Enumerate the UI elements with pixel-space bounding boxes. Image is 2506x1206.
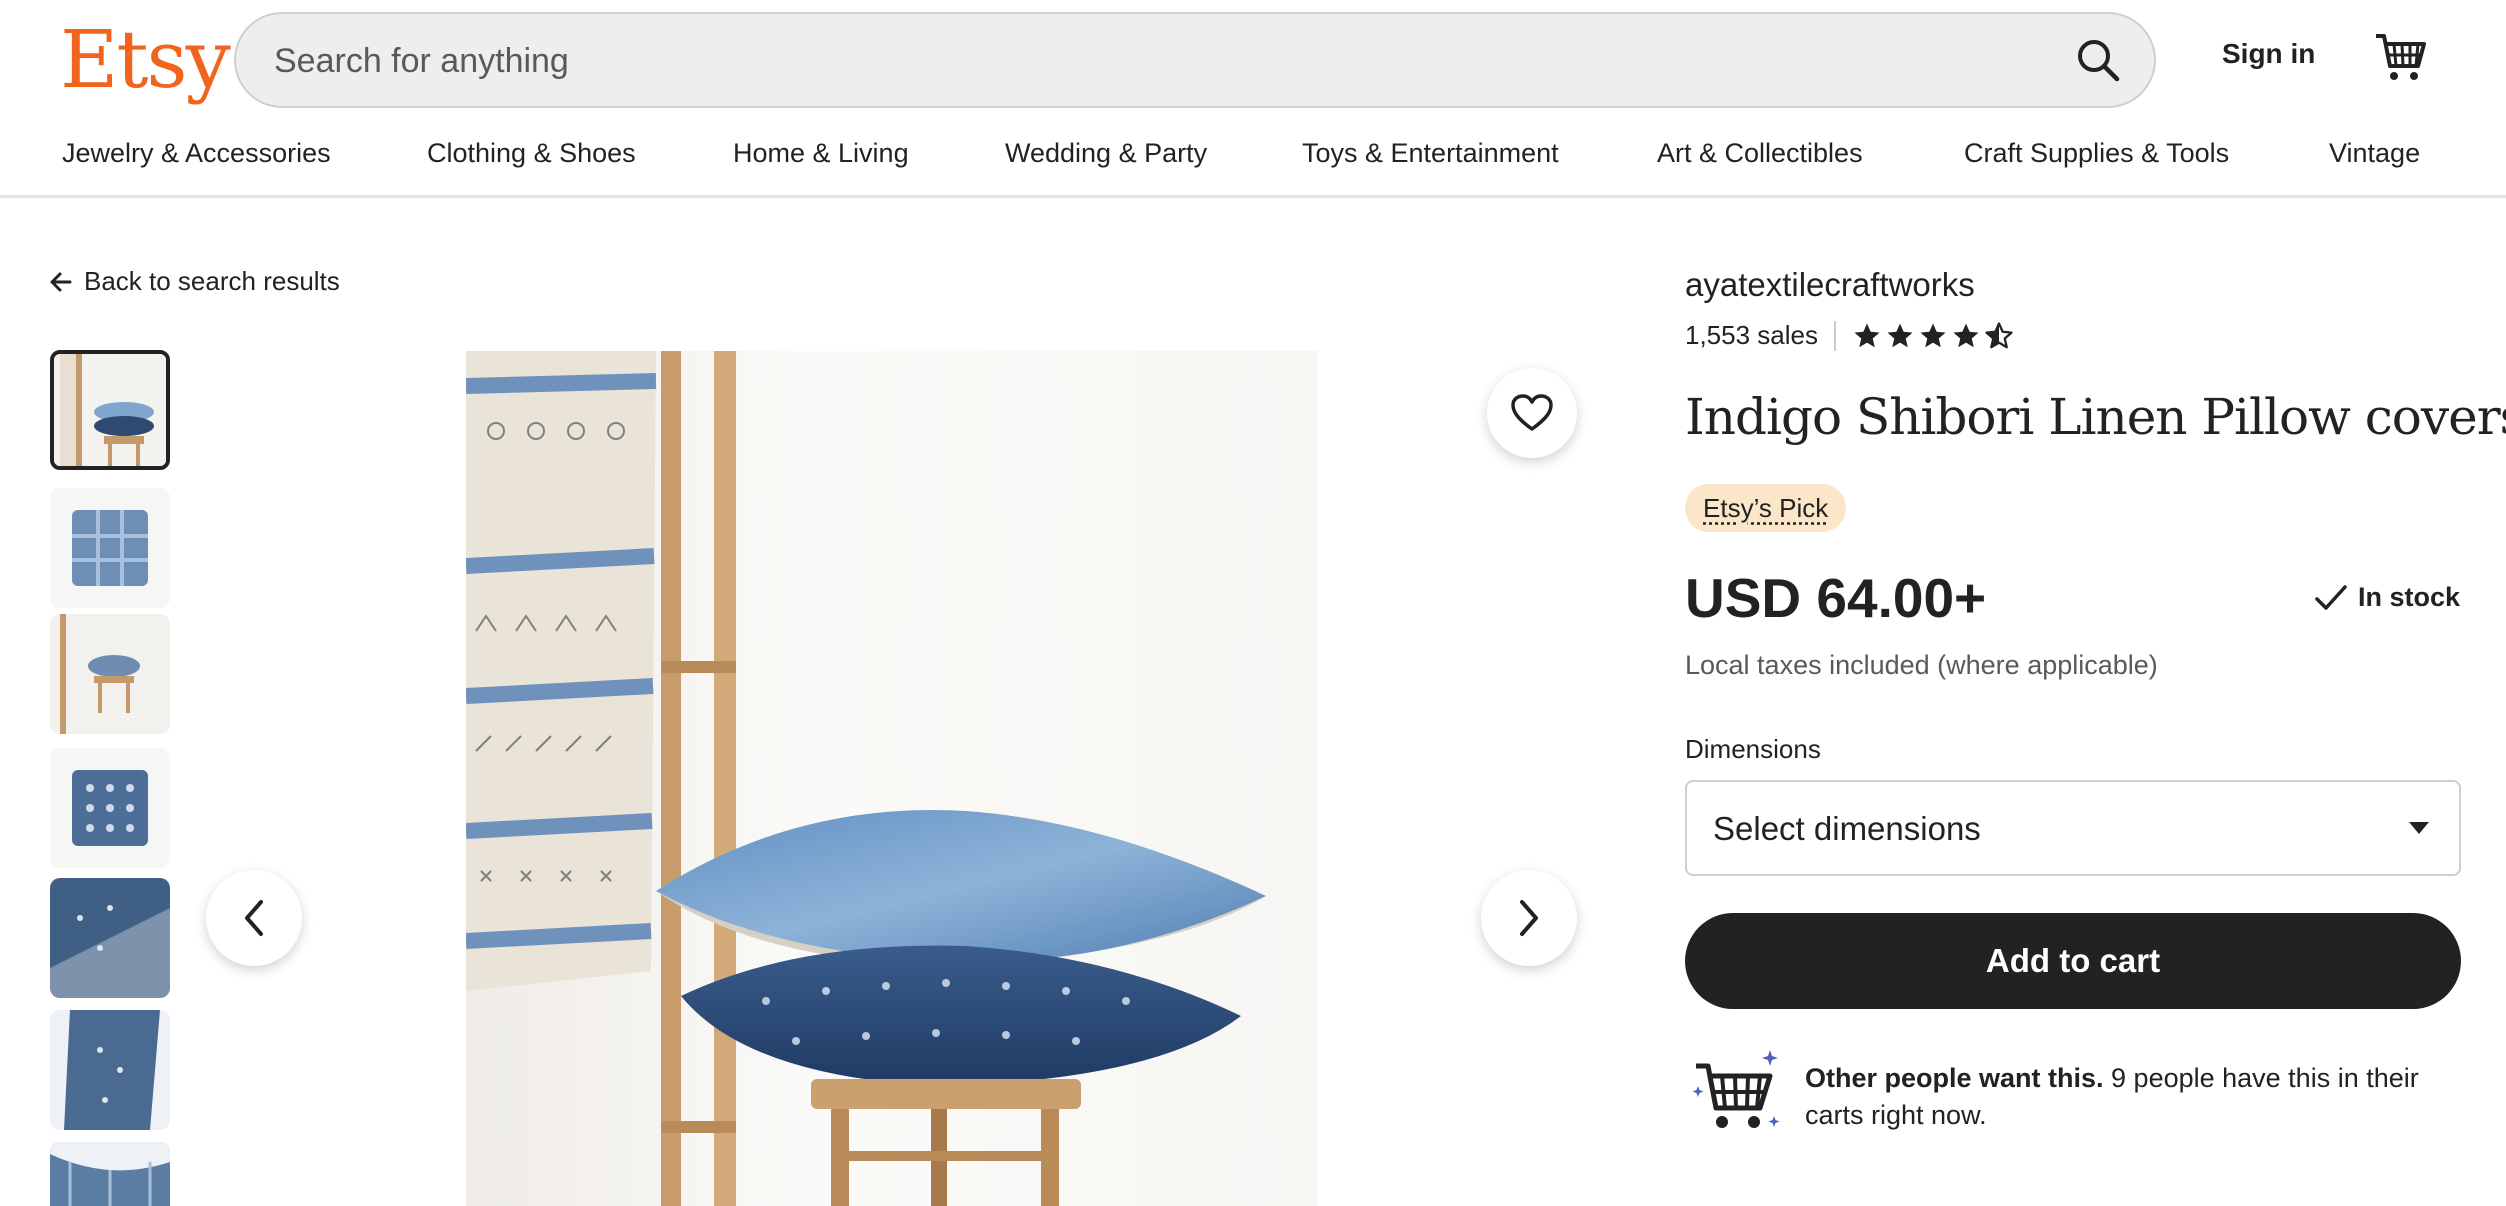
chevron-left-icon xyxy=(245,900,263,936)
thumbnail-image xyxy=(50,878,170,998)
dimensions-label: Dimensions xyxy=(1685,734,1821,764)
cart-button[interactable] xyxy=(2372,28,2428,84)
thumbnail-image xyxy=(54,354,166,466)
product-title: Indigo Shibori Linen Pillow covers xyxy=(1685,388,2506,446)
category-nav: Jewelry & Accessories Clothing & Shoes H… xyxy=(0,138,2506,178)
star-icon xyxy=(1920,323,1946,347)
search-input[interactable] xyxy=(272,14,2036,108)
chevron-right-icon xyxy=(1520,900,1538,936)
thumbnail-2[interactable] xyxy=(50,488,170,608)
main-product-image[interactable] xyxy=(466,351,1318,1206)
etsy-logo[interactable]: Etsy xyxy=(60,10,231,110)
badge-label: Etsy’s Pick xyxy=(1703,492,1829,523)
star-rating[interactable] xyxy=(1852,321,2014,351)
next-image-button[interactable] xyxy=(1481,870,1577,966)
previous-image-button[interactable] xyxy=(206,870,302,966)
nav-item-toys[interactable]: Toys & Entertainment xyxy=(1302,138,1559,169)
nav-item-home[interactable]: Home & Living xyxy=(733,138,909,169)
stock-status: In stock xyxy=(2314,582,2460,613)
divider xyxy=(1833,320,1836,351)
thumbnail-image xyxy=(50,614,170,734)
nav-item-vintage[interactable]: Vintage xyxy=(2329,138,2420,169)
star-icon xyxy=(1953,323,1979,347)
thumbnail-image xyxy=(50,1010,170,1130)
dimensions-select[interactable]: Select dimensions xyxy=(1685,780,2461,876)
nav-item-craft[interactable]: Craft Supplies & Tools xyxy=(1964,138,2229,169)
etsys-pick-badge[interactable]: Etsy’s Pick xyxy=(1685,484,1847,532)
thumbnail-1[interactable] xyxy=(50,350,170,470)
sales-count: 1,553 sales xyxy=(1685,320,1818,350)
cart-icon xyxy=(2376,34,2426,80)
back-link-label: Back to search results xyxy=(84,266,340,296)
heart-icon xyxy=(1511,394,1553,431)
thumbnail-3[interactable] xyxy=(50,614,170,734)
search-button[interactable] xyxy=(2070,32,2126,88)
thumbnail-7[interactable] xyxy=(50,1142,170,1206)
site-header: Etsy Sign in Jewelry & Accessories Cloth… xyxy=(0,0,2506,198)
search-bar[interactable] xyxy=(234,12,2156,108)
nav-item-clothing[interactable]: Clothing & Shoes xyxy=(427,138,636,169)
checkmark-icon xyxy=(2315,584,2347,610)
dimensions-select-value: Select dimensions xyxy=(1713,810,1981,847)
star-icon xyxy=(1854,323,1880,347)
taxes-note: Local taxes included (where applicable) xyxy=(1685,650,2158,680)
thumbnail-6[interactable] xyxy=(50,1010,170,1130)
cart-sparkle-icon xyxy=(1692,1050,1780,1128)
thumbnail-4[interactable] xyxy=(50,748,170,868)
star-icon xyxy=(1887,323,1913,347)
back-to-search-link[interactable]: Back to search results xyxy=(48,266,340,297)
sign-in-link[interactable]: Sign in xyxy=(2222,38,2315,70)
thumbnail-image xyxy=(50,748,170,868)
shop-sales-rating: 1,553 sales xyxy=(1685,320,2014,351)
caret-down-icon xyxy=(2409,822,2429,834)
add-to-cart-button[interactable]: Add to cart xyxy=(1685,913,2461,1009)
thumbnail-image xyxy=(50,488,170,608)
thumbnail-5[interactable] xyxy=(50,878,170,998)
arrow-left-icon xyxy=(50,272,72,291)
star-half-icon xyxy=(1985,321,2013,348)
product-photo-illustration xyxy=(466,351,1318,1206)
thumbnail-image xyxy=(50,1142,170,1206)
stock-label: In stock xyxy=(2358,582,2461,612)
product-price: USD 64.00+ xyxy=(1685,567,1987,629)
nav-item-jewelry[interactable]: Jewelry & Accessories xyxy=(62,138,331,169)
cart-demand-message: Other people want this. 9 people have th… xyxy=(1805,1060,2465,1134)
nav-item-wedding[interactable]: Wedding & Party xyxy=(1005,138,1207,169)
search-icon xyxy=(2078,40,2120,82)
shop-name-link[interactable]: ayatextilecraftworks xyxy=(1685,266,1975,304)
promo-bold-text: Other people want this. xyxy=(1805,1063,2104,1093)
favorite-button[interactable] xyxy=(1487,368,1577,458)
nav-item-art[interactable]: Art & Collectibles xyxy=(1657,138,1863,169)
